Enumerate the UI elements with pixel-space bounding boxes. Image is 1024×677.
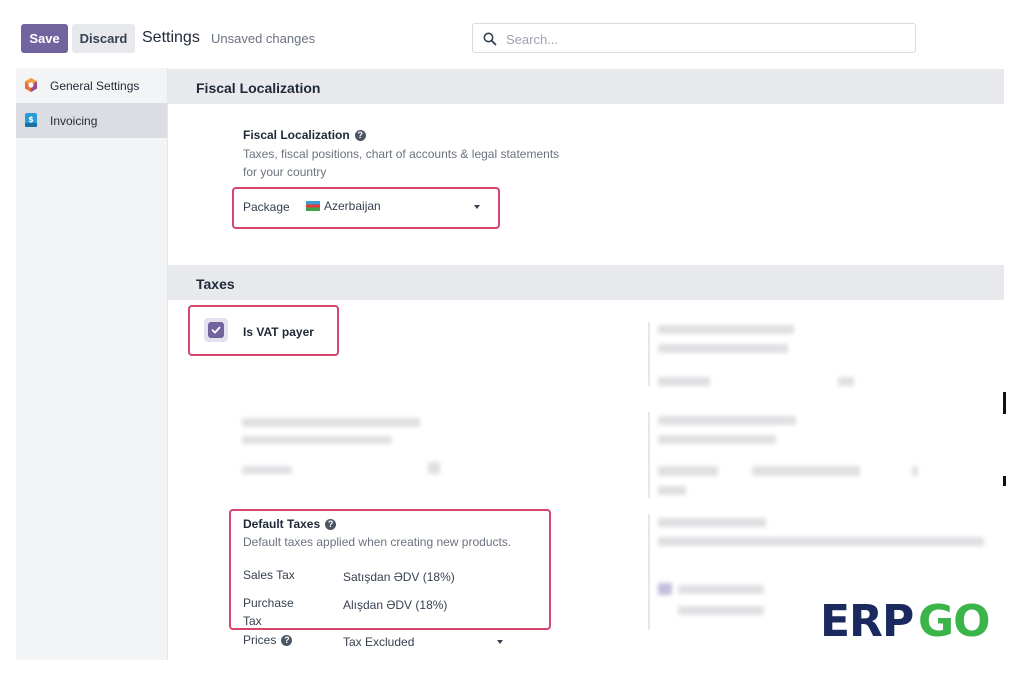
chevron-down-icon bbox=[497, 640, 503, 644]
discard-button[interactable]: Discard bbox=[72, 24, 135, 53]
chevron-down-icon bbox=[474, 205, 480, 209]
azerbaijan-flag-icon bbox=[306, 201, 320, 211]
section-title: Taxes bbox=[196, 276, 235, 292]
blurred-content bbox=[658, 325, 794, 334]
blurred-content bbox=[428, 462, 440, 474]
blurred-content bbox=[242, 418, 420, 427]
vat-payer-checkbox[interactable] bbox=[208, 322, 224, 338]
section-header-fiscal-localization: Fiscal Localization bbox=[168, 69, 1004, 104]
prices-label: Prices? bbox=[243, 631, 293, 649]
scroll-marker bbox=[1003, 476, 1006, 486]
blurred-content bbox=[658, 486, 686, 495]
fiscal-localization-title: Fiscal Localization? bbox=[243, 128, 366, 142]
page-title: Settings bbox=[142, 29, 200, 46]
odoo-logo-icon bbox=[25, 78, 37, 92]
help-icon[interactable]: ? bbox=[354, 130, 366, 141]
unsaved-status: Unsaved changes bbox=[211, 31, 316, 46]
blurred-content bbox=[242, 466, 292, 474]
scroll-marker bbox=[1003, 392, 1006, 414]
blurred-content bbox=[658, 344, 788, 353]
purchase-tax-field[interactable]: Alışdan ƏDV (18%) bbox=[343, 598, 447, 612]
blurred-content bbox=[678, 585, 764, 594]
blurred-content bbox=[658, 466, 718, 476]
default-taxes-description: Default taxes applied when creating new … bbox=[243, 535, 512, 549]
save-button[interactable]: Save bbox=[21, 24, 68, 53]
erpgo-logo: ERP GO bbox=[820, 596, 991, 644]
package-label: Package bbox=[243, 200, 290, 214]
setting-title-text: Default Taxes bbox=[243, 517, 321, 531]
blurred-content bbox=[658, 416, 796, 425]
package-select[interactable]: Azerbaijan bbox=[306, 199, 486, 215]
blurred-content bbox=[658, 377, 710, 386]
purchase-tax-label: Purchase Tax bbox=[243, 594, 294, 630]
label-line: Purchase bbox=[243, 596, 294, 610]
section-header-taxes: Taxes bbox=[168, 265, 1004, 300]
divider bbox=[648, 322, 650, 386]
default-taxes-title: Default Taxes? bbox=[243, 517, 337, 531]
blurred-content bbox=[658, 435, 776, 444]
logo-text-erp: ERP bbox=[820, 596, 913, 644]
svg-text:$: $ bbox=[28, 115, 34, 124]
settings-sidebar: General Settings $ Invoicing bbox=[16, 68, 168, 660]
sidebar-item-invoicing[interactable]: $ Invoicing bbox=[16, 103, 167, 138]
package-value: Azerbaijan bbox=[324, 199, 381, 213]
divider bbox=[648, 514, 650, 630]
label-line: Tax bbox=[243, 614, 262, 628]
sales-tax-field[interactable]: Satışdan ƏDV (18%) bbox=[343, 570, 455, 584]
checkmark-icon bbox=[211, 326, 221, 334]
prices-value: Tax Excluded bbox=[343, 635, 415, 649]
blurred-content bbox=[658, 583, 672, 595]
sidebar-item-label: Invoicing bbox=[50, 114, 98, 128]
section-title: Fiscal Localization bbox=[196, 80, 321, 96]
help-icon[interactable]: ? bbox=[325, 519, 337, 530]
setting-title-text: Fiscal Localization bbox=[243, 128, 350, 142]
help-icon[interactable]: ? bbox=[281, 635, 293, 646]
blurred-content bbox=[678, 606, 764, 615]
label-text: Prices bbox=[243, 633, 277, 647]
blurred-content bbox=[242, 436, 392, 444]
logo-text-go: GO bbox=[918, 596, 990, 644]
search-input[interactable] bbox=[504, 29, 908, 49]
description-line: Taxes, fiscal positions, chart of accoun… bbox=[243, 147, 560, 161]
vat-payer-label: Is VAT payer bbox=[243, 325, 314, 339]
blurred-content bbox=[658, 537, 984, 546]
invoicing-app-icon: $ bbox=[25, 113, 37, 127]
description-line: for your country bbox=[243, 165, 327, 179]
sidebar-item-label: General Settings bbox=[50, 79, 140, 93]
prices-select[interactable]: Tax Excluded bbox=[343, 635, 505, 651]
control-panel: Save Discard Settings Unsaved changes bbox=[0, 0, 1024, 68]
search-icon bbox=[483, 32, 497, 46]
sidebar-item-general-settings[interactable]: General Settings bbox=[16, 68, 167, 103]
blurred-content bbox=[658, 518, 766, 527]
fiscal-localization-description: Taxes, fiscal positions, chart of accoun… bbox=[243, 145, 559, 181]
sales-tax-label: Sales Tax bbox=[243, 568, 295, 582]
blurred-content bbox=[912, 466, 918, 476]
search-box bbox=[472, 23, 916, 53]
divider bbox=[648, 412, 650, 498]
blurred-content bbox=[752, 466, 860, 476]
blurred-content bbox=[838, 377, 854, 386]
